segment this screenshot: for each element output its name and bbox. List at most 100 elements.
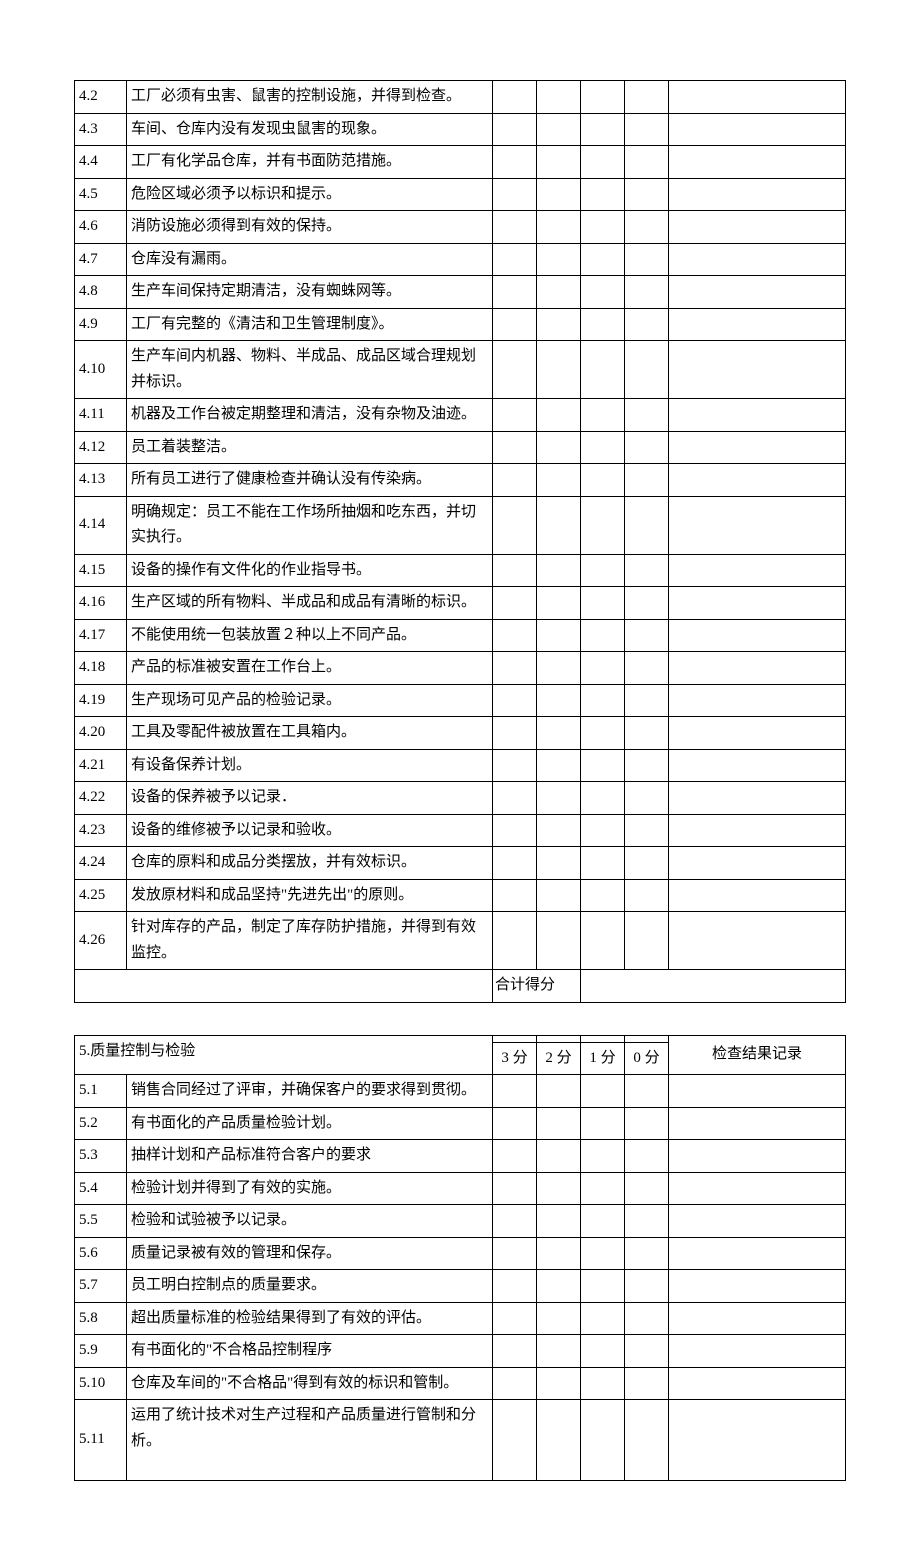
score-cell [625, 1400, 669, 1481]
table-row: 5.5检验和试验被予以记录。 [75, 1205, 846, 1238]
score-cell [493, 652, 537, 685]
row-number: 5.4 [75, 1172, 127, 1205]
score-cell [625, 464, 669, 497]
score-cell [493, 1302, 537, 1335]
table-row: 4.14明确规定：员工不能在工作场所抽烟和吃东西，并切实执行。 [75, 496, 846, 554]
score-cell [537, 1335, 581, 1368]
result-cell [669, 496, 846, 554]
score-cell [537, 554, 581, 587]
row-description: 生产现场可见产品的检验记录。 [127, 684, 493, 717]
result-cell [669, 1400, 846, 1481]
score-cell [493, 341, 537, 399]
score-cell [581, 113, 625, 146]
row-number: 4.16 [75, 587, 127, 620]
score-cell [581, 912, 625, 970]
score-cell [625, 1205, 669, 1238]
score-cell [537, 717, 581, 750]
result-cell [669, 1237, 846, 1270]
score-cell [581, 717, 625, 750]
result-cell [669, 912, 846, 970]
score-cell [537, 341, 581, 399]
table-row: 4.17不能使用统一包装放置２种以上不同产品。 [75, 619, 846, 652]
row-number: 4.20 [75, 717, 127, 750]
result-cell [669, 243, 846, 276]
score-cell [493, 1107, 537, 1140]
table-row: 4.7仓库没有漏雨。 [75, 243, 846, 276]
score-cell [625, 619, 669, 652]
total-label: 合计得分 [493, 970, 581, 1003]
score-cell [537, 587, 581, 620]
score-cell [625, 1075, 669, 1108]
score-cell [581, 276, 625, 309]
score-cell [581, 619, 625, 652]
score-cell [581, 399, 625, 432]
row-number: 4.19 [75, 684, 127, 717]
row-description: 生产车间内机器、物料、半成品、成品区域合理规划并标识。 [127, 341, 493, 399]
row-description: 生产车间保持定期清洁，没有蜘蛛网等。 [127, 276, 493, 309]
result-cell [669, 1335, 846, 1368]
row-number: 4.21 [75, 749, 127, 782]
score-cell [581, 1140, 625, 1173]
score-cell [537, 1400, 581, 1481]
score-header-blank [493, 1035, 537, 1042]
score-cell [537, 81, 581, 114]
row-description: 检验计划并得到了有效的实施。 [127, 1172, 493, 1205]
score-cell [493, 1367, 537, 1400]
table-row: 4.5危险区域必须予以标识和提示。 [75, 178, 846, 211]
score-cell [625, 749, 669, 782]
score-cell [581, 684, 625, 717]
score-cell [537, 619, 581, 652]
row-number: 5.7 [75, 1270, 127, 1303]
result-cell [669, 399, 846, 432]
score-header-blank [537, 1035, 581, 1042]
row-number: 5.6 [75, 1237, 127, 1270]
row-number: 5.3 [75, 1140, 127, 1173]
score-cell [581, 496, 625, 554]
score-cell [625, 243, 669, 276]
table-row: 4.25发放原材料和成品坚持"先进先出"的原则。 [75, 879, 846, 912]
score-cell [581, 146, 625, 179]
score-cell [581, 749, 625, 782]
score-header: 0 分 [625, 1042, 669, 1075]
table-row: 4.20工具及零配件被放置在工具箱内。 [75, 717, 846, 750]
row-number: 5.5 [75, 1205, 127, 1238]
result-cell [669, 1270, 846, 1303]
result-cell [669, 178, 846, 211]
table-row: 4.19生产现场可见产品的检验记录。 [75, 684, 846, 717]
result-cell [669, 1107, 846, 1140]
score-cell [625, 717, 669, 750]
score-cell [493, 308, 537, 341]
row-description: 工厂必须有虫害、鼠害的控制设施，并得到检查。 [127, 81, 493, 114]
score-cell [581, 554, 625, 587]
result-cell [669, 717, 846, 750]
result-cell [669, 684, 846, 717]
score-cell [581, 431, 625, 464]
row-description: 机器及工作台被定期整理和清洁，没有杂物及油迹。 [127, 399, 493, 432]
score-cell [537, 652, 581, 685]
row-description: 仓库没有漏雨。 [127, 243, 493, 276]
score-cell [625, 1107, 669, 1140]
score-cell [537, 749, 581, 782]
score-cell [581, 81, 625, 114]
row-number: 4.22 [75, 782, 127, 815]
score-cell [493, 847, 537, 880]
table-row: 4.12员工着装整洁。 [75, 431, 846, 464]
score-cell [581, 341, 625, 399]
score-cell [625, 399, 669, 432]
score-cell [493, 276, 537, 309]
score-cell [537, 1367, 581, 1400]
row-number: 4.13 [75, 464, 127, 497]
score-cell [625, 341, 669, 399]
score-cell [537, 1270, 581, 1303]
row-description: 危险区域必须予以标识和提示。 [127, 178, 493, 211]
score-cell [537, 1302, 581, 1335]
row-number: 4.15 [75, 554, 127, 587]
score-cell [537, 1172, 581, 1205]
score-cell [581, 879, 625, 912]
score-cell [581, 243, 625, 276]
row-description: 工具及零配件被放置在工具箱内。 [127, 717, 493, 750]
row-description: 有设备保养计划。 [127, 749, 493, 782]
score-cell [581, 587, 625, 620]
result-cell [669, 1302, 846, 1335]
table-row: 4.6消防设施必须得到有效的保持。 [75, 211, 846, 244]
